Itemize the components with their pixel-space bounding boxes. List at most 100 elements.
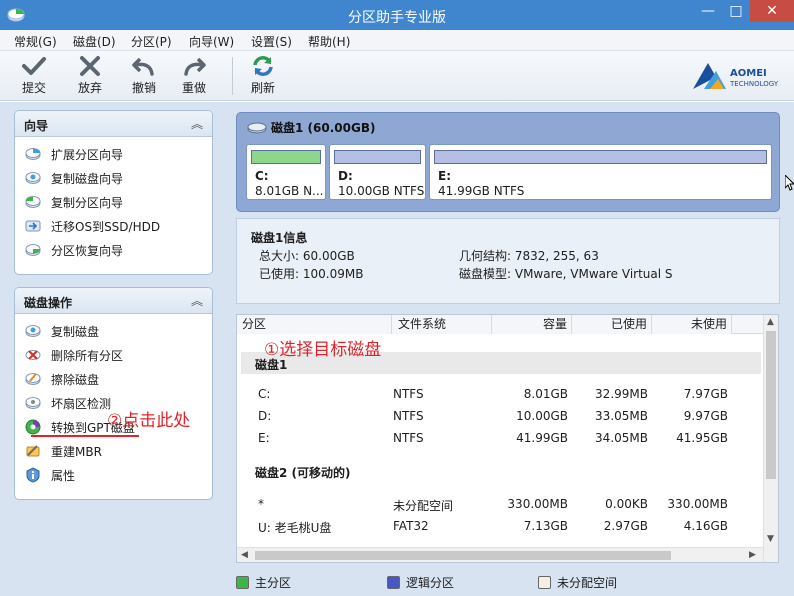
- scroll-down-icon[interactable]: ▼: [767, 534, 774, 544]
- vertical-scroll-thumb[interactable]: [766, 331, 776, 479]
- disk-op-bad-sector-check[interactable]: 坏扇区检测: [25, 393, 111, 413]
- column-header-partition[interactable]: 分区: [237, 315, 392, 334]
- disk-op-label: 擦除磁盘: [51, 372, 100, 387]
- table-cell-partition[interactable]: *: [258, 497, 264, 511]
- partition-block-c[interactable]: C: 8.01GB N...: [246, 144, 326, 200]
- table-cell-capacity: 41.99GB: [516, 431, 568, 445]
- column-header-capacity[interactable]: 容量: [492, 315, 572, 334]
- disk-op-rebuild-mbr[interactable]: 重建MBR: [25, 441, 102, 461]
- menu-settings[interactable]: 设置(S): [251, 33, 292, 50]
- refresh-button[interactable]: 刷新: [240, 55, 286, 96]
- title-bar: 分区助手专业版 — □ ✕: [0, 0, 794, 30]
- disk-op-copy-disk[interactable]: 复制磁盘: [25, 321, 99, 341]
- wizard-panel-header[interactable]: 向导 ︽: [15, 111, 212, 137]
- scroll-up-icon[interactable]: ▲: [767, 317, 774, 327]
- wizard-item-copy-partition[interactable]: 复制分区向导: [25, 192, 123, 212]
- mouse-cursor-icon: [785, 175, 794, 191]
- group-label: 磁盘2 (可移动的): [255, 466, 351, 480]
- vertical-scrollbar[interactable]: ▲ ▼: [763, 315, 778, 562]
- aomei-logo-icon: [693, 63, 726, 89]
- scroll-right-icon[interactable]: ▶: [749, 550, 756, 560]
- refresh-label: 刷新: [250, 81, 275, 95]
- wizard-item-label: 复制分区向导: [51, 195, 124, 210]
- toolbar-separator: [232, 57, 233, 95]
- discard-label: 放弃: [77, 81, 102, 95]
- menu-partition[interactable]: 分区(P): [131, 33, 172, 50]
- partition-info: 10.00GB NTFS: [338, 184, 425, 198]
- discard-button[interactable]: 放弃: [67, 55, 113, 96]
- table-cell-partition[interactable]: C:: [258, 387, 270, 401]
- collapse-chevron-icon[interactable]: ︽: [191, 115, 203, 132]
- legend-swatch: [236, 576, 249, 589]
- horizontal-scrollbar[interactable]: ◀ ▶: [237, 547, 763, 562]
- disk-extend-icon: [25, 148, 41, 160]
- wizard-panel: 向导 ︽ 扩展分区向导 复制磁盘向导 复制分区向导 迁移OS到SSD/HDD 分…: [14, 110, 213, 275]
- wizard-item-extend-partition[interactable]: 扩展分区向导: [25, 144, 123, 164]
- disk-map-card[interactable]: 磁盘1 (60.00GB) C: 8.01GB N... D: 10.00GB …: [236, 112, 780, 212]
- legend-label: 未分配空间: [557, 576, 618, 590]
- column-header-filesystem[interactable]: 文件系统: [392, 315, 492, 334]
- table-cell-unused: 4.16GB: [683, 519, 728, 533]
- disk-op-label: 删除所有分区: [51, 348, 124, 363]
- rebuild-mbr-icon: [26, 445, 40, 457]
- disk-op-delete-all-partitions[interactable]: 删除所有分区: [25, 345, 123, 365]
- disk-op-wipe-disk[interactable]: 擦除磁盘: [25, 369, 99, 389]
- table-cell-unused: 330.00MB: [667, 497, 728, 511]
- redo-button[interactable]: 重做: [171, 55, 217, 96]
- table-cell-used: 34.05MB: [595, 431, 648, 445]
- partition-info: 8.01GB N...: [255, 184, 324, 198]
- commit-button[interactable]: 提交: [11, 55, 57, 96]
- table-group-disk2[interactable]: 磁盘2 (可移动的): [241, 460, 761, 482]
- menu-general[interactable]: 常规(G): [14, 33, 57, 50]
- wizard-item-copy-disk[interactable]: 复制磁盘向导: [25, 168, 123, 188]
- disk-map-header: 磁盘1 (60.00GB): [247, 119, 375, 136]
- table-cell-unused: 9.97GB: [683, 409, 728, 423]
- undo-button[interactable]: 撤销: [121, 55, 167, 96]
- disk-info-title: 磁盘1信息: [251, 231, 308, 245]
- table-cell-filesystem: NTFS: [393, 387, 424, 401]
- menu-help[interactable]: 帮助(H): [308, 33, 350, 50]
- partition-copy-icon: [25, 196, 41, 208]
- aomei-logo: AOMEI TECHNOLOGY: [690, 59, 786, 95]
- minimize-button[interactable]: —: [694, 0, 722, 22]
- table-cell-partition[interactable]: U: 老毛桃U盘: [258, 519, 331, 536]
- undo-label: 撤销: [131, 81, 156, 95]
- collapse-chevron-icon[interactable]: ︽: [191, 292, 203, 309]
- window-title: 分区助手专业版: [348, 10, 446, 26]
- menu-disk[interactable]: 磁盘(D): [73, 33, 116, 50]
- maximize-button[interactable]: □: [722, 0, 750, 22]
- disk-ops-panel-title: 磁盘操作: [24, 296, 73, 310]
- legend-swatch: [538, 576, 551, 589]
- legend-unallocated: 未分配空间: [538, 574, 617, 591]
- column-header-used[interactable]: 已使用: [572, 315, 652, 334]
- table-cell-filesystem: NTFS: [393, 431, 424, 445]
- partition-block-e[interactable]: E: 41.99GB NTFS: [429, 144, 772, 200]
- menu-wizard[interactable]: 向导(W): [189, 33, 234, 50]
- disk-ops-panel-header[interactable]: 磁盘操作 ︽: [15, 288, 212, 314]
- wizard-item-partition-recovery[interactable]: 分区恢复向导: [25, 240, 123, 260]
- legend-logical: 逻辑分区: [387, 574, 454, 591]
- partition-table: 分区 文件系统 容量 已使用 未使用 磁盘1 ①选择目标磁盘 C: NTFS 8…: [236, 314, 779, 563]
- wizard-item-migrate-os[interactable]: 迁移OS到SSD/HDD: [25, 216, 160, 236]
- table-cell-used: 32.99MB: [595, 387, 648, 401]
- table-cell-used: 33.05MB: [595, 409, 648, 423]
- disk-used: 已使用: 100.09MB: [259, 267, 364, 281]
- logo-sub: TECHNOLOGY: [730, 80, 779, 88]
- check-icon: [22, 57, 46, 75]
- logo-name: AOMEI: [730, 68, 767, 79]
- partition-block-d[interactable]: D: 10.00GB NTFS: [329, 144, 426, 200]
- disk-op-properties[interactable]: 属性: [25, 465, 75, 485]
- partition-recovery-icon: [25, 244, 41, 256]
- partition-name: D:: [338, 169, 353, 183]
- wizard-item-label: 迁移OS到SSD/HDD: [51, 219, 161, 234]
- migrate-os-icon: [25, 220, 41, 232]
- table-cell-partition[interactable]: E:: [258, 431, 270, 445]
- table-cell-used: 0.00KB: [605, 497, 648, 511]
- scroll-left-icon[interactable]: ◀: [241, 550, 248, 560]
- partition-name: C:: [255, 169, 269, 183]
- close-button[interactable]: ✕: [750, 0, 794, 22]
- horizontal-scroll-thumb[interactable]: [255, 551, 671, 560]
- table-cell-partition[interactable]: D:: [258, 409, 271, 423]
- convert-gpt-icon: [25, 419, 41, 435]
- column-header-unused[interactable]: 未使用: [652, 315, 732, 334]
